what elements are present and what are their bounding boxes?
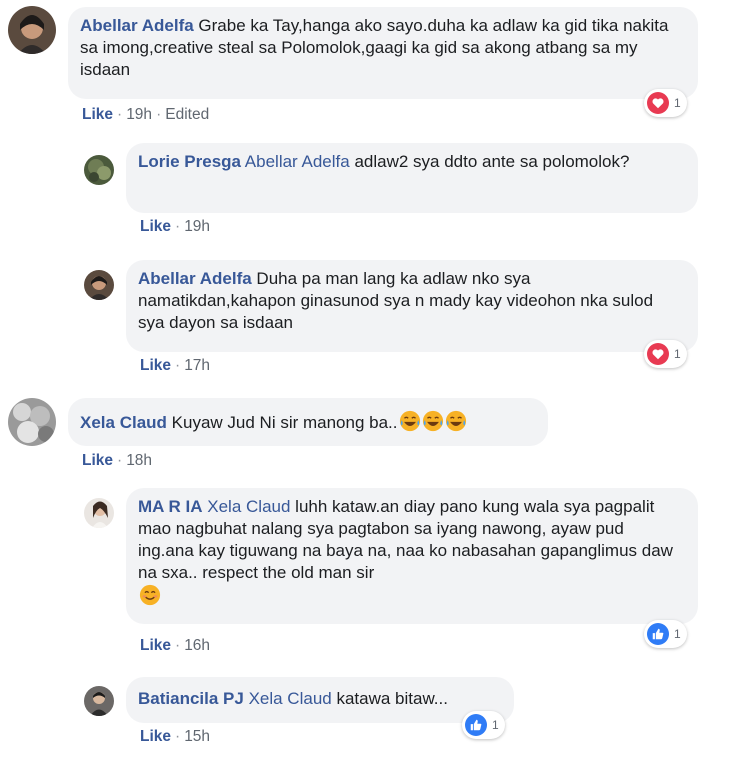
mention-link[interactable]: Xela Claud	[249, 689, 332, 708]
like-button[interactable]: Like	[140, 637, 171, 654]
reaction-count[interactable]: 1	[644, 89, 687, 117]
comment-author[interactable]: Xela Claud	[80, 413, 167, 432]
comment-bubble: Batiancila PJ Xela Claud katawa bitaw...	[126, 677, 514, 723]
like-reaction-icon	[465, 714, 487, 736]
reaction-count[interactable]: 1	[462, 711, 505, 739]
like-button[interactable]: Like	[140, 357, 171, 374]
like-button[interactable]: Like	[140, 728, 171, 745]
comment-bubble: Xela Claud Kuyaw Jud Ni sir manong ba..	[68, 398, 548, 446]
like-reaction-icon	[647, 623, 669, 645]
comment-bubble: Abellar Adelfa Grabe ka Tay,hanga ako sa…	[68, 7, 698, 99]
comment-actions: Like · 17h	[140, 357, 211, 374]
mention-link[interactable]: Xela Claud	[207, 497, 290, 516]
like-button[interactable]: Like	[140, 218, 171, 235]
comment-bubble: Lorie Presga Abellar Adelfa adlaw2 sya d…	[126, 143, 698, 213]
comment-bubble: MA R IA Xela Claud luhh kataw.an diay pa…	[126, 488, 698, 624]
reaction-count-value: 1	[492, 718, 499, 732]
comment-actions: Like · 19h · Edited	[82, 106, 210, 123]
timestamp[interactable]: 19h	[126, 106, 152, 123]
love-reaction-icon	[647, 92, 669, 114]
comment-bubble: Abellar Adelfa Duha pa man lang ka adlaw…	[126, 260, 698, 352]
love-reaction-icon	[647, 343, 669, 365]
reaction-count-value: 1	[674, 347, 681, 361]
smiling-emoji	[139, 584, 161, 606]
comment-actions: Like · 18h	[82, 452, 153, 469]
comment-author[interactable]: Abellar Adelfa	[80, 16, 194, 35]
like-button[interactable]: Like	[82, 452, 113, 469]
comment-author[interactable]: MA R IA	[138, 497, 203, 516]
comment-actions: Like · 19h	[140, 218, 211, 235]
comment-text: adlaw2 sya ddto ante sa polomolok?	[354, 152, 630, 171]
laughing-tears-emoji	[399, 410, 421, 432]
avatar[interactable]	[8, 398, 56, 446]
comment-text: katawa bitaw...	[336, 689, 448, 708]
avatar[interactable]	[84, 498, 114, 528]
avatar[interactable]	[8, 6, 56, 54]
like-button[interactable]: Like	[82, 106, 113, 123]
avatar[interactable]	[84, 155, 114, 185]
reaction-count[interactable]: 1	[644, 620, 687, 648]
timestamp[interactable]: 19h	[184, 218, 210, 235]
avatar[interactable]	[84, 686, 114, 716]
timestamp[interactable]: 17h	[184, 357, 210, 374]
timestamp[interactable]: 15h	[184, 728, 210, 745]
reaction-count-value: 1	[674, 627, 681, 641]
reaction-count-value: 1	[674, 96, 681, 110]
mention-link[interactable]: Abellar Adelfa	[245, 152, 350, 171]
edited-label[interactable]: Edited	[165, 106, 209, 123]
comment-actions: Like · 16h	[140, 637, 211, 654]
laughing-tears-emoji	[445, 410, 467, 432]
comment-actions: Like · 15h	[140, 728, 211, 745]
comment-author[interactable]: Abellar Adelfa	[138, 269, 252, 288]
comment-author[interactable]: Batiancila PJ	[138, 689, 244, 708]
laughing-tears-emoji	[422, 410, 444, 432]
comment-text: Kuyaw Jud Ni sir manong ba..	[171, 413, 398, 432]
timestamp[interactable]: 16h	[184, 637, 210, 654]
reaction-count[interactable]: 1	[644, 340, 687, 368]
timestamp[interactable]: 18h	[126, 452, 152, 469]
comment-author[interactable]: Lorie Presga	[138, 152, 241, 171]
avatar[interactable]	[84, 270, 114, 300]
